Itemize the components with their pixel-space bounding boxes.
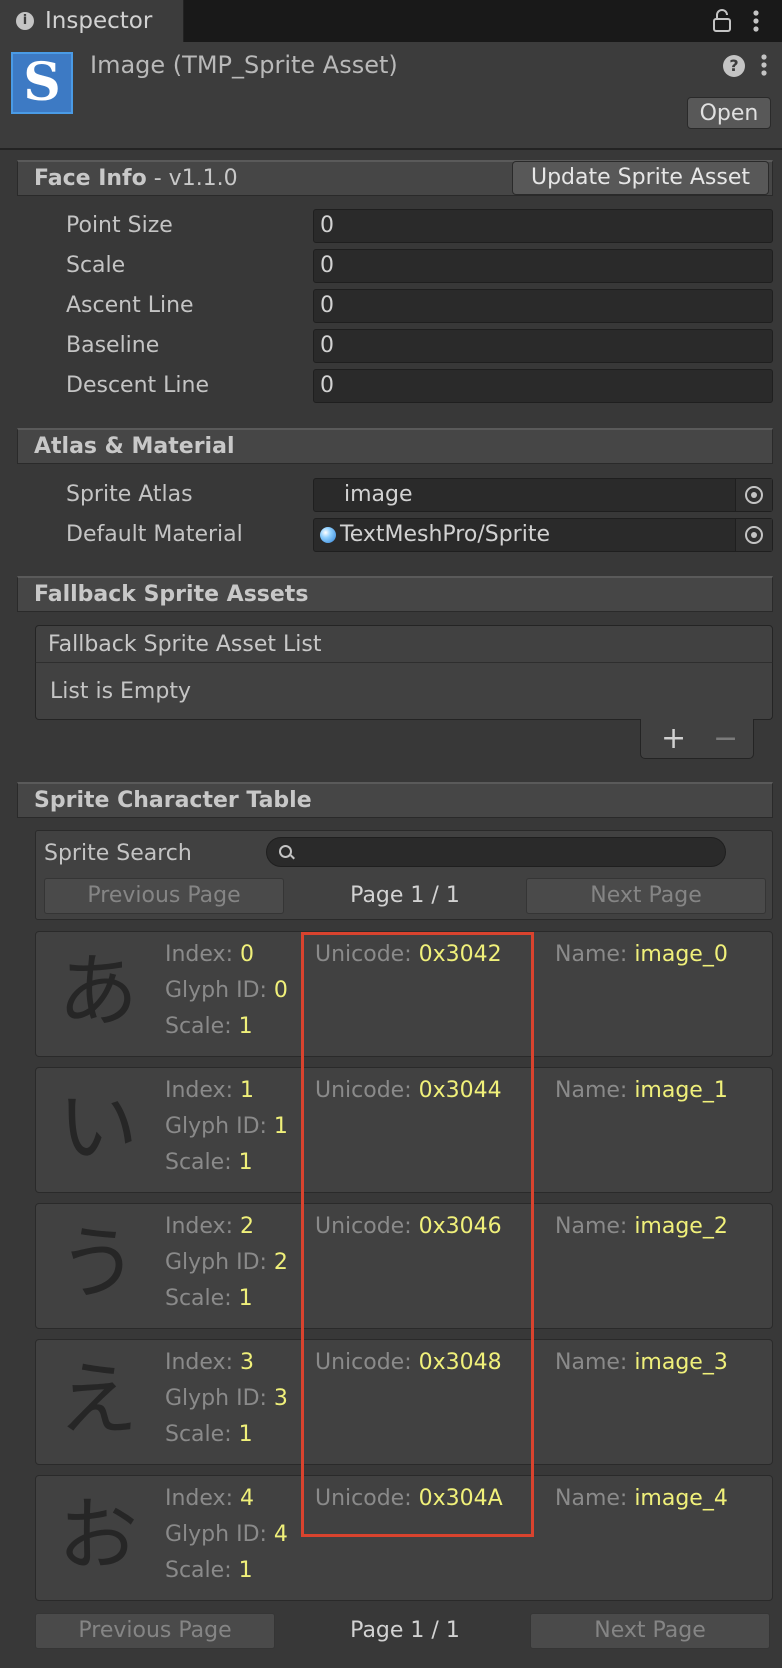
scale-value-field: Scale: 1	[165, 1286, 253, 1311]
ascent-line-field[interactable]: 0	[313, 289, 773, 323]
more-options-icon[interactable]	[752, 9, 760, 33]
glyph-id-field: Glyph ID: 2	[165, 1250, 288, 1275]
scale-value-field: Scale: 1	[165, 1558, 253, 1583]
fallback-section-header[interactable]: Fallback Sprite Assets	[17, 576, 773, 612]
sprite-atlas-value: image	[344, 482, 413, 507]
index-field: Index: 1	[165, 1078, 254, 1103]
sprite-glyph-preview: う	[58, 1217, 138, 1310]
fallback-title: Fallback Sprite Assets	[34, 582, 309, 607]
face-info-title: Face Info - v1.1.0	[34, 166, 238, 191]
sprite-search-label: Sprite Search	[44, 841, 192, 866]
glyph-id-field: Glyph ID: 0	[165, 978, 288, 1003]
sprite-glyph-preview: い	[58, 1081, 138, 1174]
list-empty-text: List is Empty	[50, 679, 191, 704]
scale-label: Scale	[66, 253, 126, 278]
baseline-field[interactable]: 0	[313, 329, 773, 363]
scale-value-field: Scale: 1	[165, 1014, 253, 1039]
descent-line-label: Descent Line	[66, 373, 209, 398]
page-indicator: Page 1 / 1	[350, 883, 460, 908]
scale-field[interactable]: 0	[313, 249, 773, 283]
sprite-glyph-preview: お	[58, 1489, 138, 1582]
default-material-value: TextMeshPro/Sprite	[340, 522, 550, 547]
index-field: Index: 3	[165, 1350, 254, 1375]
baseline-label: Baseline	[66, 333, 160, 358]
object-picker-icon[interactable]	[735, 519, 772, 551]
update-sprite-asset-button[interactable]: Update Sprite Asset	[512, 161, 769, 195]
descent-line-field[interactable]: 0	[313, 369, 773, 403]
sprite-table-title: Sprite Character Table	[34, 788, 312, 813]
scale-value-field: Scale: 1	[165, 1422, 253, 1447]
sprite-glyph-preview: え	[58, 1353, 138, 1446]
sprite-name-field: Name: image_3	[555, 1350, 728, 1375]
sprite-atlas-label: Sprite Atlas	[66, 482, 193, 507]
tab-inspector-label: Inspector	[45, 8, 153, 34]
sprite-name-field: Name: image_2	[555, 1214, 728, 1239]
default-material-label: Default Material	[66, 522, 243, 547]
info-icon: i	[16, 12, 34, 30]
point-size-label: Point Size	[66, 213, 173, 238]
asset-menu-icon[interactable]	[760, 53, 768, 77]
point-size-field[interactable]: 0	[313, 209, 773, 243]
sprite-name-field: Name: image_0	[555, 942, 728, 967]
glyph-id-field: Glyph ID: 4	[165, 1522, 288, 1547]
remove-element-button[interactable]: −	[713, 721, 738, 756]
object-picker-icon[interactable]	[735, 479, 772, 511]
material-icon	[320, 527, 336, 543]
ascent-line-label: Ascent Line	[66, 293, 194, 318]
sprite-search-input[interactable]	[266, 837, 726, 867]
atlas-material-title: Atlas & Material	[34, 434, 235, 459]
tab-inspector[interactable]: i Inspector	[0, 0, 184, 42]
sprite-table-section-header[interactable]: Sprite Character Table	[17, 782, 773, 818]
index-field: Index: 2	[165, 1214, 254, 1239]
scale-value-field: Scale: 1	[165, 1150, 253, 1175]
glyph-id-field: Glyph ID: 1	[165, 1114, 288, 1139]
sprite-glyph-preview: あ	[58, 945, 138, 1038]
fallback-list-title: Fallback Sprite Asset List	[48, 632, 322, 657]
atlas-material-section-header[interactable]: Atlas & Material	[17, 428, 773, 464]
bottom-next-page-button[interactable]: Next Page	[530, 1613, 770, 1649]
fallback-list-footer: + −	[640, 719, 754, 759]
lock-icon[interactable]	[712, 9, 732, 33]
bottom-page-indicator: Page 1 / 1	[350, 1618, 460, 1643]
index-field: Index: 4	[165, 1486, 254, 1511]
help-icon[interactable]: ?	[723, 55, 745, 77]
open-button[interactable]: Open	[687, 97, 771, 129]
fallback-list-body: List is Empty	[35, 662, 773, 720]
add-element-button[interactable]: +	[661, 721, 686, 756]
asset-title: Image (TMP_Sprite Asset)	[90, 51, 398, 79]
previous-page-button[interactable]: Previous Page	[44, 878, 284, 914]
unicode-highlight-box	[301, 932, 534, 1537]
sprite-asset-icon: S	[11, 52, 73, 114]
sprite-atlas-field[interactable]: image	[313, 478, 773, 512]
bottom-previous-page-button[interactable]: Previous Page	[35, 1613, 275, 1649]
search-icon	[279, 845, 292, 858]
fallback-list-header: Fallback Sprite Asset List	[35, 625, 773, 663]
sprite-name-field: Name: image_4	[555, 1486, 728, 1511]
asset-header: S Image (TMP_Sprite Asset) ? Open	[0, 42, 782, 150]
sprite-name-field: Name: image_1	[555, 1078, 728, 1103]
next-page-button[interactable]: Next Page	[526, 878, 766, 914]
glyph-id-field: Glyph ID: 3	[165, 1386, 288, 1411]
index-field: Index: 0	[165, 942, 254, 967]
default-material-field[interactable]: TextMeshPro/Sprite	[313, 518, 773, 552]
